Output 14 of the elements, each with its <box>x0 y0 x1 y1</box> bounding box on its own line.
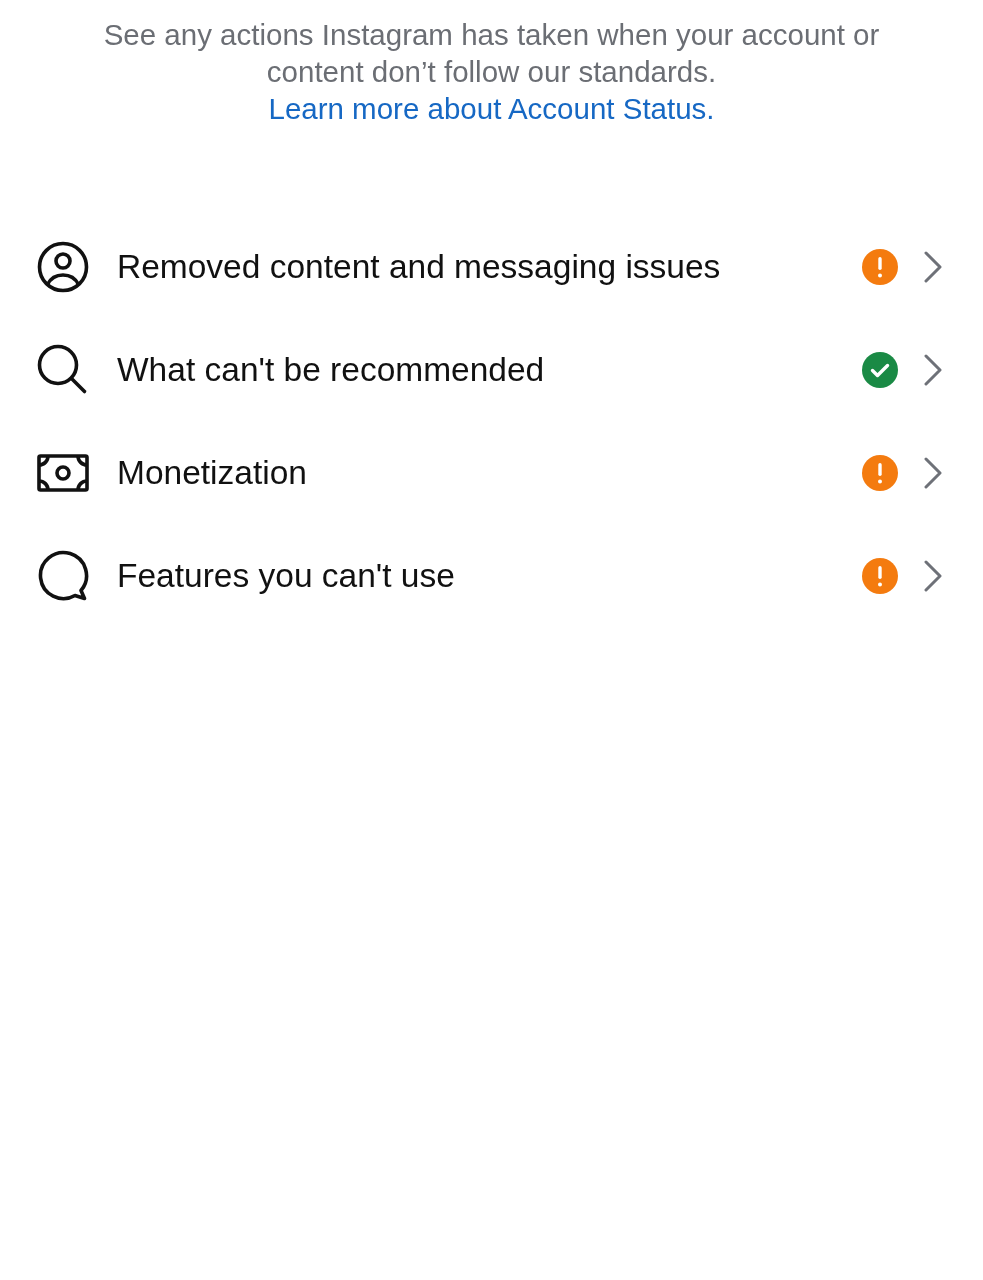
row-label: What can't be recommended <box>117 350 546 389</box>
person-circle-icon <box>37 240 89 293</box>
search-icon <box>37 343 89 396</box>
row-label: Features you can't use <box>117 556 456 595</box>
chevron-icon <box>924 456 942 489</box>
learn-more-link[interactable]: Learn more about Account Status. <box>268 90 715 127</box>
row-label: Removed content and messaging issues <box>117 247 722 286</box>
banknote-icon <box>37 453 89 492</box>
row-label: Monetization <box>117 453 308 492</box>
chevron-icon <box>924 559 942 592</box>
chevron-icon <box>924 353 942 386</box>
description-text: See any actions Instagram has taken when your account or content don’t follow our standards. <box>102 17 881 90</box>
chevron-icon <box>924 250 942 283</box>
speech-bubble-icon <box>37 549 89 602</box>
